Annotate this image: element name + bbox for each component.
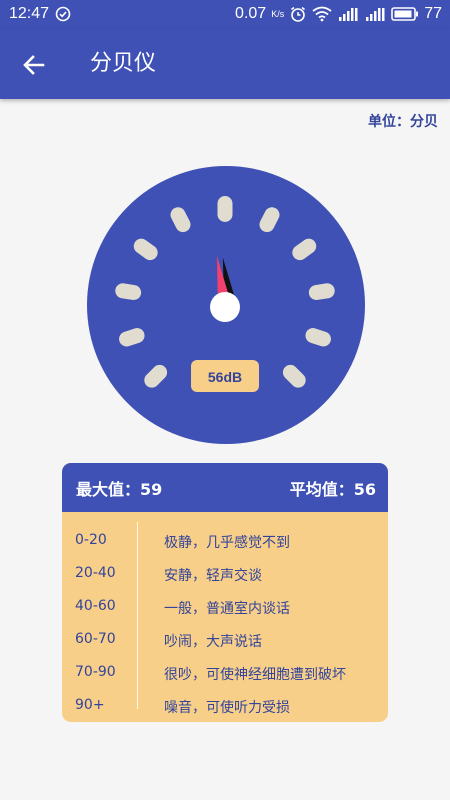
avg-value: 平均值：56 [289, 479, 376, 499]
table-row: 0-20 极静，几乎感觉不到 [62, 526, 388, 558]
decibel-gauge: 56dB [87, 166, 365, 444]
row-description: 吵闹，大声说话 [164, 634, 262, 650]
noise-level-table: 0-20 极静，几乎感觉不到 20-40 安静，轻声交谈 40-60 一般，普通… [62, 512, 388, 722]
wifi-icon [312, 6, 332, 22]
status-bar: 12:47 0.07 K/s 77 [0, 0, 450, 29]
status-time: 12:47 [9, 5, 50, 22]
needle-hub [210, 292, 240, 322]
table-row: 90+ 噪音，可使听力受损 [62, 691, 388, 722]
stats-header: 最大值：59 平均值：56 [62, 463, 388, 512]
row-range: 20-40 [75, 565, 116, 581]
max-value: 最大值：59 [76, 479, 163, 499]
readout-value: 56dB [208, 369, 242, 385]
app-bar: 分贝仪 [0, 29, 450, 99]
row-description: 噪音，可使听力受损 [164, 700, 290, 716]
row-range: 60-70 [75, 631, 116, 647]
row-range: 0-20 [75, 532, 107, 548]
table-row: 70-90 很吵，可使神经细胞遭到破坏 [62, 658, 388, 690]
alarm-icon [291, 6, 306, 22]
stats-card: 最大值：59 平均值：56 0-20 极静，几乎感觉不到 20-40 安静，轻声… [62, 463, 388, 722]
page-title: 分贝仪 [90, 51, 157, 76]
table-row: 60-70 吵闹，大声说话 [62, 625, 388, 657]
table-row: 40-60 一般，普通室内谈话 [62, 592, 388, 624]
row-description: 一般，普通室内谈话 [164, 601, 290, 617]
row-description: 极静，几乎感觉不到 [164, 535, 290, 551]
row-description: 安静，轻声交谈 [164, 568, 262, 584]
row-range: 40-60 [75, 598, 116, 614]
network-speed-unit: K/s [271, 9, 285, 19]
check-circle-icon [55, 6, 71, 22]
row-range: 90+ [75, 697, 105, 713]
battery-icon [391, 7, 419, 21]
signal-icon [366, 8, 385, 21]
signal-3g-icon [339, 8, 358, 21]
arrow-left-icon[interactable] [18, 49, 50, 81]
network-speed: 0.07 [235, 5, 267, 22]
table-row: 20-40 安静，轻声交谈 [62, 559, 388, 591]
row-range: 70-90 [75, 664, 116, 680]
row-description: 很吵，可使神经细胞遭到破坏 [164, 667, 346, 683]
gauge-tick [217, 196, 233, 222]
unit-label: 单位：分贝 [368, 114, 438, 130]
battery-level: 77 [424, 5, 442, 22]
